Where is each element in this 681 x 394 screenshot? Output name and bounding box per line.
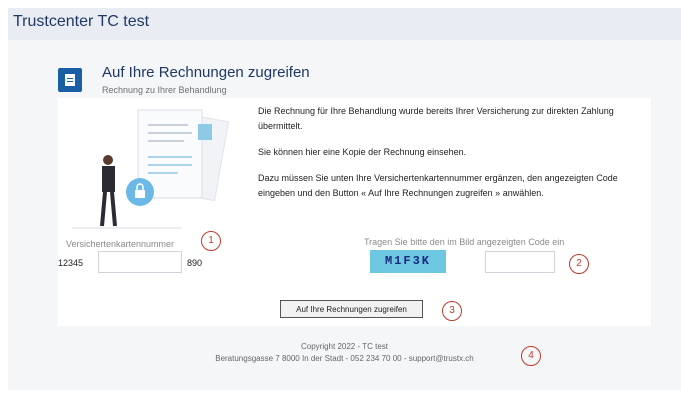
top-bar: Trustcenter TC test [8, 8, 681, 40]
invoice-access-card: Die Rechnung für Ihre Behandlung wurde b… [58, 98, 651, 326]
page-title: Auf Ihre Rechnungen zugreifen [102, 64, 310, 81]
annotation-marker-4: 4 [521, 346, 541, 366]
page-subtitle: Rechnung zu Ihrer Behandlung [102, 85, 227, 95]
card-number-input[interactable] [98, 251, 182, 273]
captcha-image: M1F3K [370, 250, 446, 273]
annotation-marker-2: 2 [569, 254, 589, 274]
card-number-suffix: 890 [187, 258, 203, 268]
access-invoices-button[interactable]: Auf Ihre Rechnungen zugreifen [280, 300, 423, 318]
info-text-3: Dazu müssen Sie unten Ihre Versichertenk… [258, 173, 618, 198]
info-text-2: Sie können hier eine Kopie der Rechnung … [258, 147, 467, 157]
app-title: Trustcenter TC test [13, 13, 150, 30]
card-number-label: Versichertenkartennummer [66, 239, 175, 249]
code-label: Tragen Sie bitte den im Bild angezeigten… [364, 237, 565, 247]
invoice-illustration [72, 109, 230, 229]
annotation-marker-1: 1 [201, 231, 221, 251]
captcha-code-input[interactable] [485, 251, 555, 273]
footer-address: Beratungsgasse 7 8000 In der Stadt - 052… [215, 354, 474, 363]
info-text-1: Die Rechnung für Ihre Behandlung wurde b… [258, 106, 614, 131]
annotation-marker-3: 3 [442, 301, 462, 321]
footer-copyright: Copyright 2022 - TC test [300, 342, 388, 351]
card-number-prefix: 12345 [58, 258, 84, 268]
document-icon [58, 68, 82, 92]
